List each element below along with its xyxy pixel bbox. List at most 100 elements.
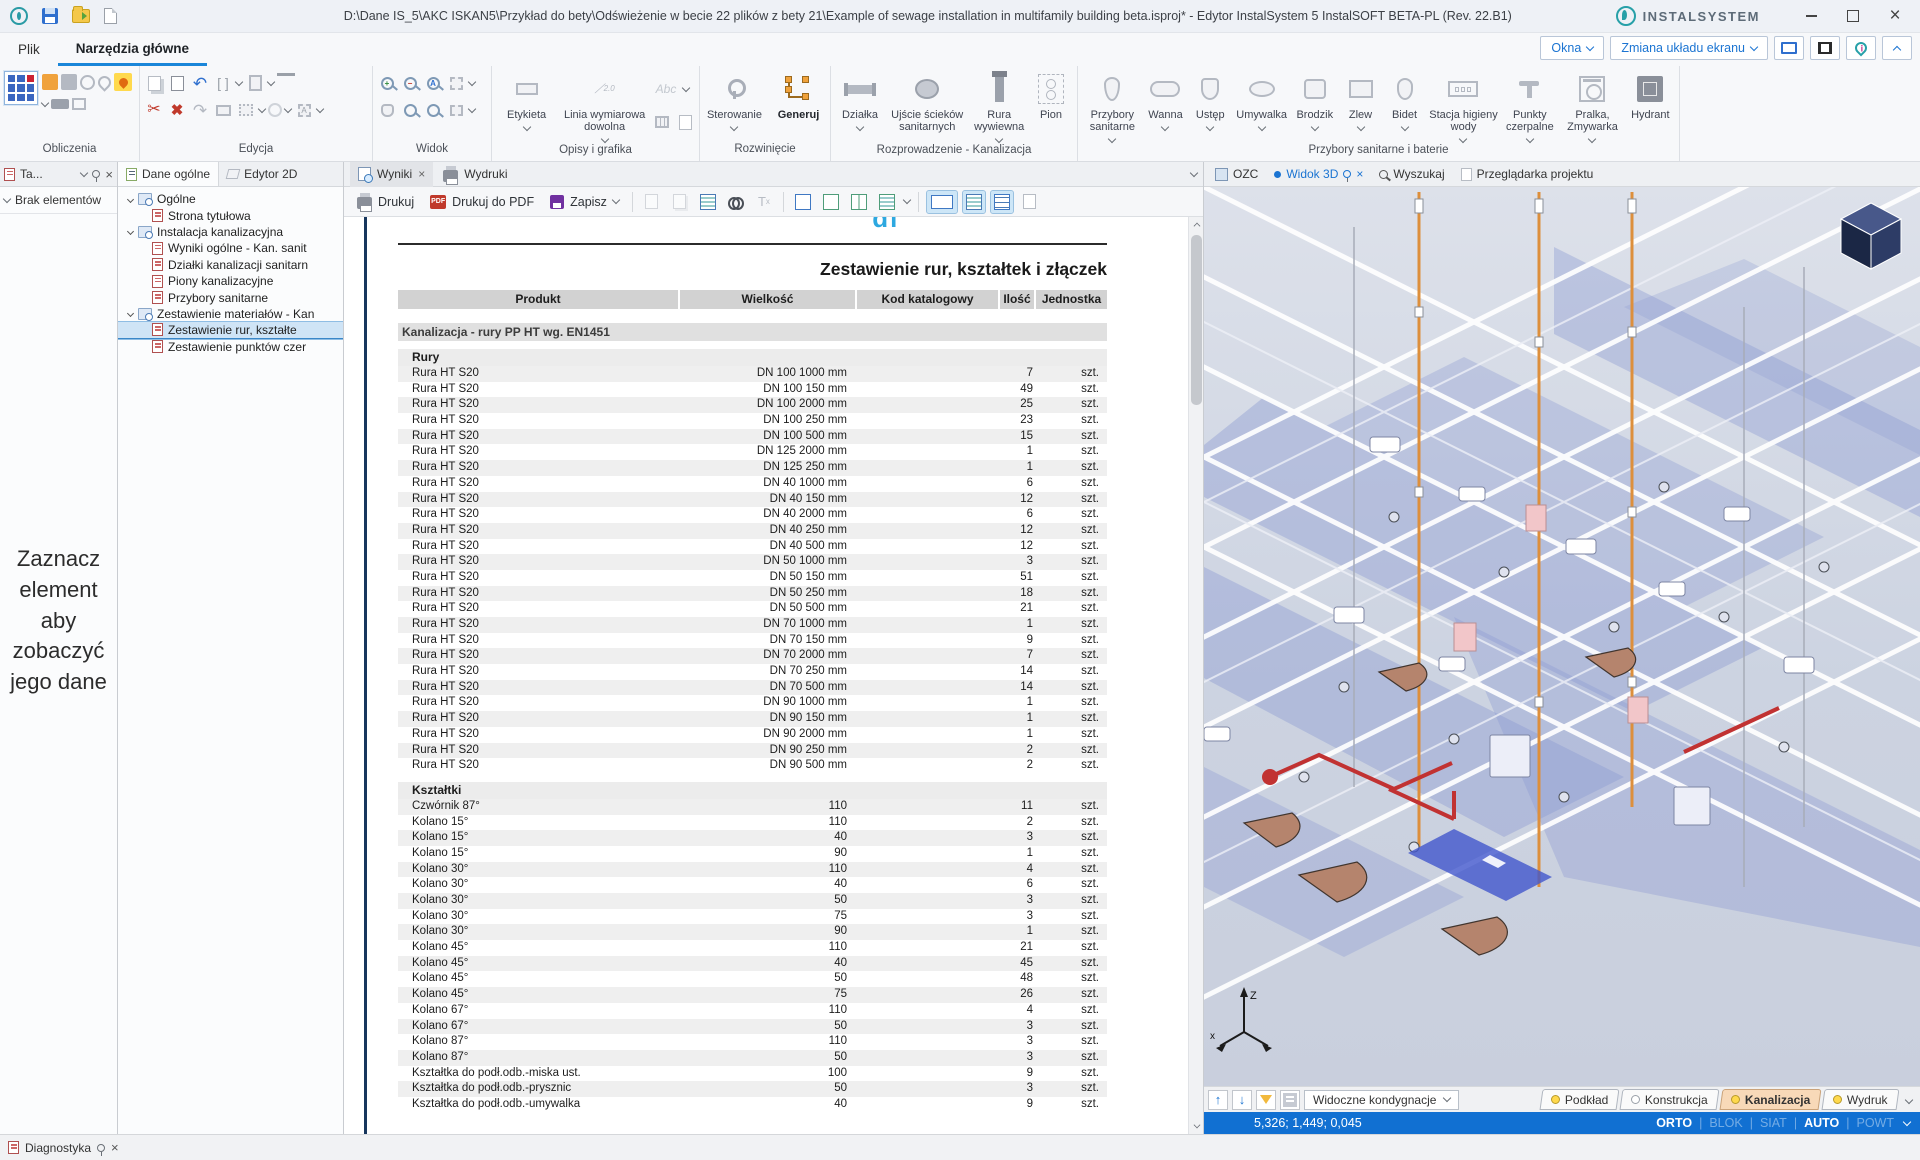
- view-grid-icon[interactable]: [876, 191, 898, 213]
- stacja-higieny-button[interactable]: Stacja higieny wody: [1427, 71, 1501, 144]
- layout-list-button[interactable]: [991, 191, 1013, 213]
- tab-ozc[interactable]: OZC: [1208, 162, 1265, 187]
- copy-icon[interactable]: [144, 73, 164, 93]
- abc-chevron[interactable]: [682, 83, 690, 91]
- generuj-button[interactable]: Generuj: [771, 71, 826, 123]
- ujscie-sciekow-button[interactable]: Ujście ścieków sanitarnych: [885, 71, 969, 136]
- tree-item[interactable]: Zestawienie materiałów - Kan: [118, 306, 343, 322]
- zlew-button[interactable]: Zlew: [1339, 71, 1383, 132]
- new-file-icon[interactable]: [104, 8, 117, 24]
- rura-wywiewna-button[interactable]: Rura wywiewna: [969, 71, 1029, 144]
- pan-icon[interactable]: [377, 100, 397, 120]
- font-icon[interactable]: Tx: [753, 191, 775, 213]
- layers-more-chevron[interactable]: [1905, 1095, 1913, 1103]
- save-layout-button[interactable]: [1774, 36, 1804, 60]
- dzialka-button[interactable]: Działka: [835, 71, 885, 132]
- edycja-chevron-2[interactable]: [267, 77, 275, 85]
- view-mode-chevron[interactable]: [903, 196, 911, 204]
- viewport-3d[interactable]: Z x: [1204, 187, 1920, 1086]
- hydrant-button[interactable]: Hydrant: [1626, 71, 1675, 123]
- zoom-out-icon[interactable]: −: [400, 73, 420, 93]
- calc-structure-icon[interactable]: [61, 74, 77, 90]
- obliczenia-more-chevron[interactable]: [41, 98, 49, 106]
- layers-icon[interactable]: [72, 98, 86, 110]
- tree-item[interactable]: Przybory sanitarne: [118, 289, 343, 305]
- zoom-prev-icon[interactable]: [446, 73, 466, 93]
- widok-chevron-2[interactable]: [468, 104, 476, 112]
- drukuj-button[interactable]: Drukuj: [352, 191, 419, 212]
- zoom-object-icon[interactable]: [423, 100, 443, 120]
- tree-item[interactable]: Piony kanalizacyjne: [118, 273, 343, 289]
- widok-chevron-1[interactable]: [468, 77, 476, 85]
- mode-auto[interactable]: AUTO: [1804, 1116, 1839, 1130]
- redo-icon[interactable]: ↷: [190, 100, 210, 120]
- paste-icon[interactable]: [167, 73, 187, 93]
- widoczne-kondygnacje-dropdown[interactable]: Widoczne kondygnacje: [1304, 1090, 1459, 1110]
- zmiana-ukladu-button[interactable]: Zmiana układu ekranu: [1610, 36, 1768, 60]
- copy-page-icon[interactable]: [669, 191, 691, 213]
- film-button[interactable]: [1810, 36, 1840, 60]
- drop-active-icon[interactable]: [114, 73, 132, 91]
- edycja-chevron-4[interactable]: [284, 104, 292, 112]
- etykieta-button[interactable]: Etykieta: [496, 71, 557, 132]
- tab-dane-ogolne[interactable]: Dane ogólne: [118, 162, 219, 186]
- brodzik-button[interactable]: Brodzik: [1291, 71, 1338, 132]
- zoom-window-icon[interactable]: [400, 100, 420, 120]
- layer-chip-kanalizacja[interactable]: Kanalizacja: [1720, 1089, 1822, 1110]
- tab-wyszukaj[interactable]: Wyszukaj: [1372, 162, 1451, 187]
- tree-item[interactable]: Zestawienie rur, kształte: [118, 322, 343, 338]
- table-edit-icon[interactable]: [697, 191, 719, 213]
- layer-chip-konstrukcja[interactable]: Konstrukcja: [1620, 1089, 1720, 1110]
- floor-down-button[interactable]: ↓: [1232, 1090, 1252, 1110]
- tree-item[interactable]: Wyniki ogólne - Kan. sanit: [118, 240, 343, 256]
- tab-narzedzia-glowne[interactable]: Narzędzia główne: [58, 33, 207, 66]
- report-document[interactable]: dl Zestawienie rur, kształtek i złączek …: [344, 217, 1203, 1134]
- pin-icon[interactable]: [92, 170, 100, 178]
- tab-plik[interactable]: Plik: [0, 33, 58, 66]
- mode-powt[interactable]: POWT: [1857, 1116, 1895, 1130]
- maximize-button[interactable]: [1834, 3, 1872, 29]
- okna-button[interactable]: Okna: [1540, 36, 1604, 60]
- mode-blok[interactable]: BLOK: [1709, 1116, 1742, 1130]
- fit-width-button[interactable]: [927, 191, 957, 213]
- split-table-icon[interactable]: [213, 100, 233, 120]
- close-panel-icon[interactable]: ×: [105, 168, 113, 181]
- drop-outline-icon[interactable]: [95, 73, 113, 91]
- tree-item[interactable]: Działki kanalizacji sanitarn: [118, 257, 343, 273]
- pralka-zmywarka-button[interactable]: Pralka, Zmywarka: [1559, 71, 1625, 144]
- layout-page-button[interactable]: [963, 191, 985, 213]
- tab-przegladarka[interactable]: Przeglądarka projektu: [1454, 162, 1601, 187]
- drukuj-pdf-button[interactable]: PDFDrukuj do PDF: [425, 192, 539, 212]
- info-button[interactable]: [1846, 36, 1876, 60]
- zoom-in-icon[interactable]: +: [377, 73, 397, 93]
- diagnostyka-close-icon[interactable]: ×: [111, 1141, 119, 1154]
- pin-3d-icon[interactable]: [1343, 170, 1351, 178]
- rotate-icon[interactable]: [268, 103, 282, 117]
- ustep-button[interactable]: Ustęp: [1188, 71, 1232, 132]
- report-scrollbar[interactable]: [1188, 217, 1203, 1134]
- calculator-icon[interactable]: [4, 71, 38, 105]
- floor-up-button[interactable]: ↑: [1208, 1090, 1228, 1110]
- layout-plain-button[interactable]: [1019, 191, 1041, 213]
- align-nodes-icon[interactable]: [236, 100, 256, 120]
- building-levels-button[interactable]: [1280, 1090, 1300, 1110]
- calc-building-icon[interactable]: [42, 74, 58, 90]
- close-wyniki-icon[interactable]: ×: [418, 167, 425, 181]
- mode-orto[interactable]: ORTO: [1656, 1116, 1692, 1130]
- undo-icon[interactable]: ↶: [190, 73, 210, 93]
- diagnostyka-pin-icon[interactable]: [97, 1144, 105, 1152]
- building-edit-icon[interactable]: [245, 73, 265, 93]
- zapisz-button[interactable]: Zapisz: [545, 192, 624, 212]
- tab-wydruki[interactable]: Wydruki: [435, 162, 515, 187]
- tree-item[interactable]: Instalacja kanalizacyjna: [118, 224, 343, 240]
- scrollbar-thumb[interactable]: [1191, 235, 1202, 405]
- linia-wymiarowa-button[interactable]: ⟋2.0 Linia wymiarowa dowolna: [557, 71, 652, 144]
- radiator-icon[interactable]: [51, 99, 69, 109]
- view-lines-icon[interactable]: [820, 191, 842, 213]
- fan-icon[interactable]: [80, 75, 95, 90]
- pion-button[interactable]: Pion: [1029, 71, 1073, 123]
- wanna-button[interactable]: Wanna: [1143, 71, 1189, 132]
- close-3d-icon[interactable]: ×: [1356, 167, 1363, 181]
- edycja-chevron-1[interactable]: [235, 77, 243, 85]
- delete-icon[interactable]: ✖: [167, 100, 187, 120]
